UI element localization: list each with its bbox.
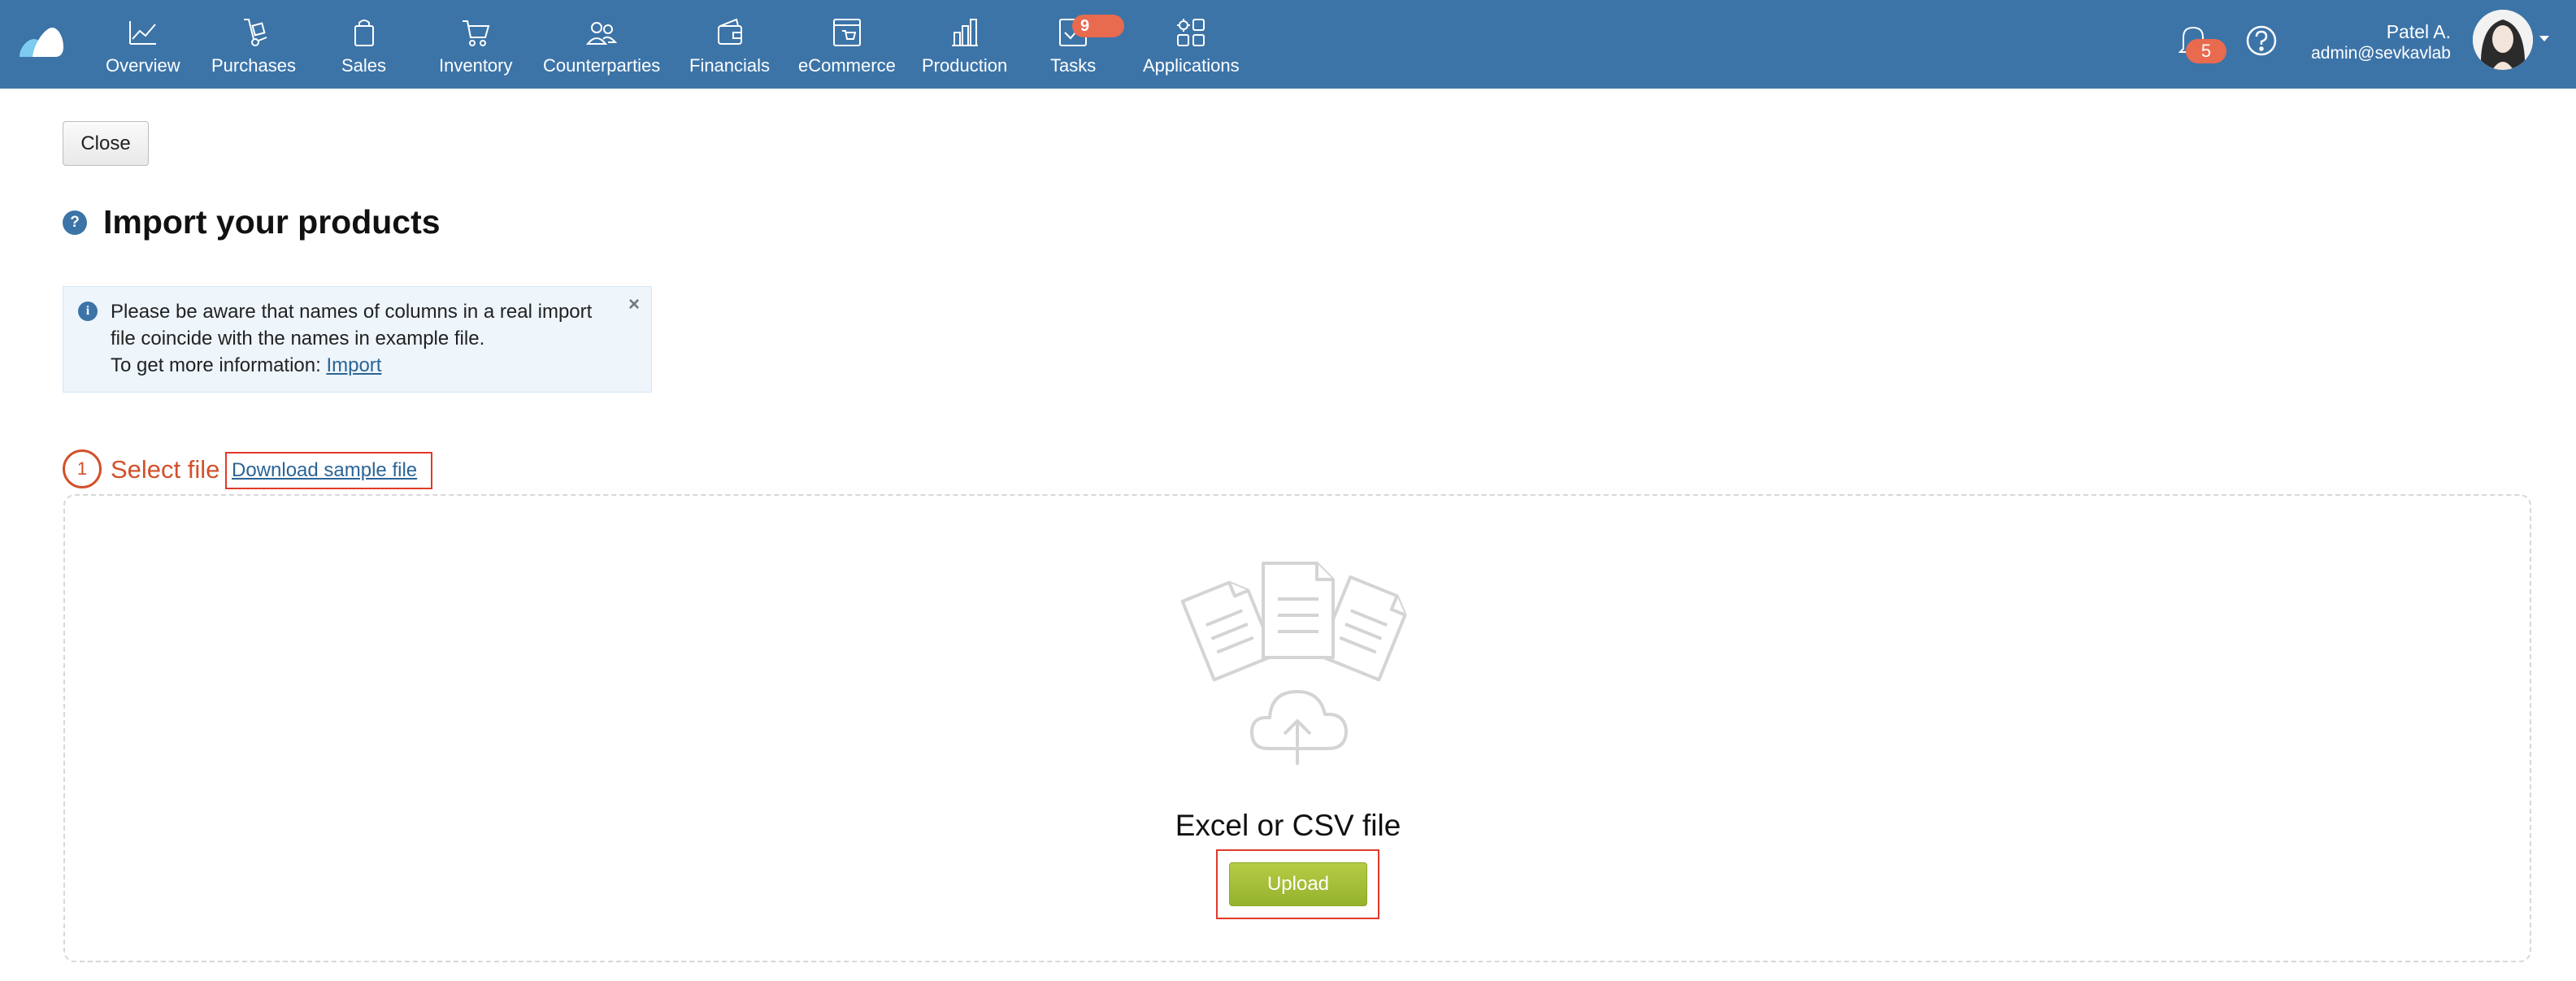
- notice-line-1: Please be aware that names of columns in…: [111, 301, 593, 349]
- user-email[interactable]: admin@sevkavlab: [2311, 44, 2451, 63]
- step-label: Select file: [111, 455, 220, 484]
- nav-item-inventory[interactable]: Inventory: [439, 15, 513, 78]
- close-notice-icon[interactable]: ×: [628, 293, 640, 316]
- dropzone-caption: Excel or CSV file: [1175, 809, 1401, 842]
- help-icon[interactable]: ?: [63, 211, 87, 235]
- nav-label: Production: [922, 55, 1008, 76]
- wallet-icon: [717, 18, 742, 45]
- user-name[interactable]: Patel A.: [2387, 21, 2451, 43]
- files-upload-illustration-icon: [1180, 562, 1407, 765]
- step-number-badge: 1: [63, 449, 102, 488]
- apps-grid-icon: [1177, 19, 1205, 46]
- nav-label: Financials: [689, 55, 771, 76]
- company-logo-icon[interactable]: [16, 23, 67, 60]
- nav-item-overview[interactable]: Overview: [106, 15, 180, 78]
- user-menu-caret-icon[interactable]: [2539, 36, 2549, 41]
- import-help-link[interactable]: Import: [326, 354, 381, 376]
- notifications-count-badge[interactable]: 5: [2186, 39, 2226, 63]
- nav-label: eCommerce: [798, 55, 896, 76]
- info-notice: i Please be aware that names of columns …: [63, 286, 652, 393]
- nav-item-counterparties[interactable]: Counterparties: [543, 15, 660, 78]
- nav-item-purchases[interactable]: Purchases: [211, 15, 296, 78]
- dolly-icon: [243, 19, 267, 46]
- nav-item-production[interactable]: Production: [922, 15, 1007, 78]
- nav-item-applications[interactable]: Applications: [1143, 15, 1240, 78]
- nav-item-sales[interactable]: Sales: [341, 15, 386, 78]
- nav-label: Purchases: [211, 55, 296, 76]
- cart-icon: [463, 20, 490, 46]
- nav-item-financials[interactable]: Financials: [689, 15, 770, 78]
- info-icon: i: [78, 302, 98, 321]
- close-button[interactable]: Close: [63, 121, 149, 166]
- nav-label: Tasks: [1050, 55, 1097, 76]
- user-avatar[interactable]: [2473, 10, 2533, 70]
- nav-label: Inventory: [439, 55, 513, 76]
- notice-text: Please be aware that names of columns in…: [111, 298, 606, 379]
- shopping-bag-icon: [354, 20, 374, 46]
- download-sample-file-link[interactable]: Download sample file: [232, 459, 417, 482]
- page-title: Import your products: [103, 203, 441, 241]
- people-icon: [586, 22, 618, 45]
- storefront-icon: [832, 19, 861, 46]
- nav-label: Sales: [341, 55, 387, 76]
- tasks-count-badge: 9: [1072, 15, 1124, 37]
- nav-label: Applications: [1143, 55, 1240, 76]
- avatar-portrait-icon: [2473, 10, 2533, 70]
- upload-button[interactable]: Upload: [1229, 862, 1367, 906]
- notice-line-2-prefix: To get more information:: [111, 354, 327, 376]
- factory-icon: [951, 19, 978, 46]
- nav-label: Counterparties: [543, 55, 661, 76]
- chart-line-icon: [128, 21, 156, 45]
- nav-item-ecommerce[interactable]: eCommerce: [798, 15, 896, 78]
- help-question-icon[interactable]: [2245, 24, 2278, 57]
- top-navigation-bar: Overview Purchases Sales Inventory Count…: [0, 0, 2576, 89]
- nav-label: Overview: [106, 55, 180, 76]
